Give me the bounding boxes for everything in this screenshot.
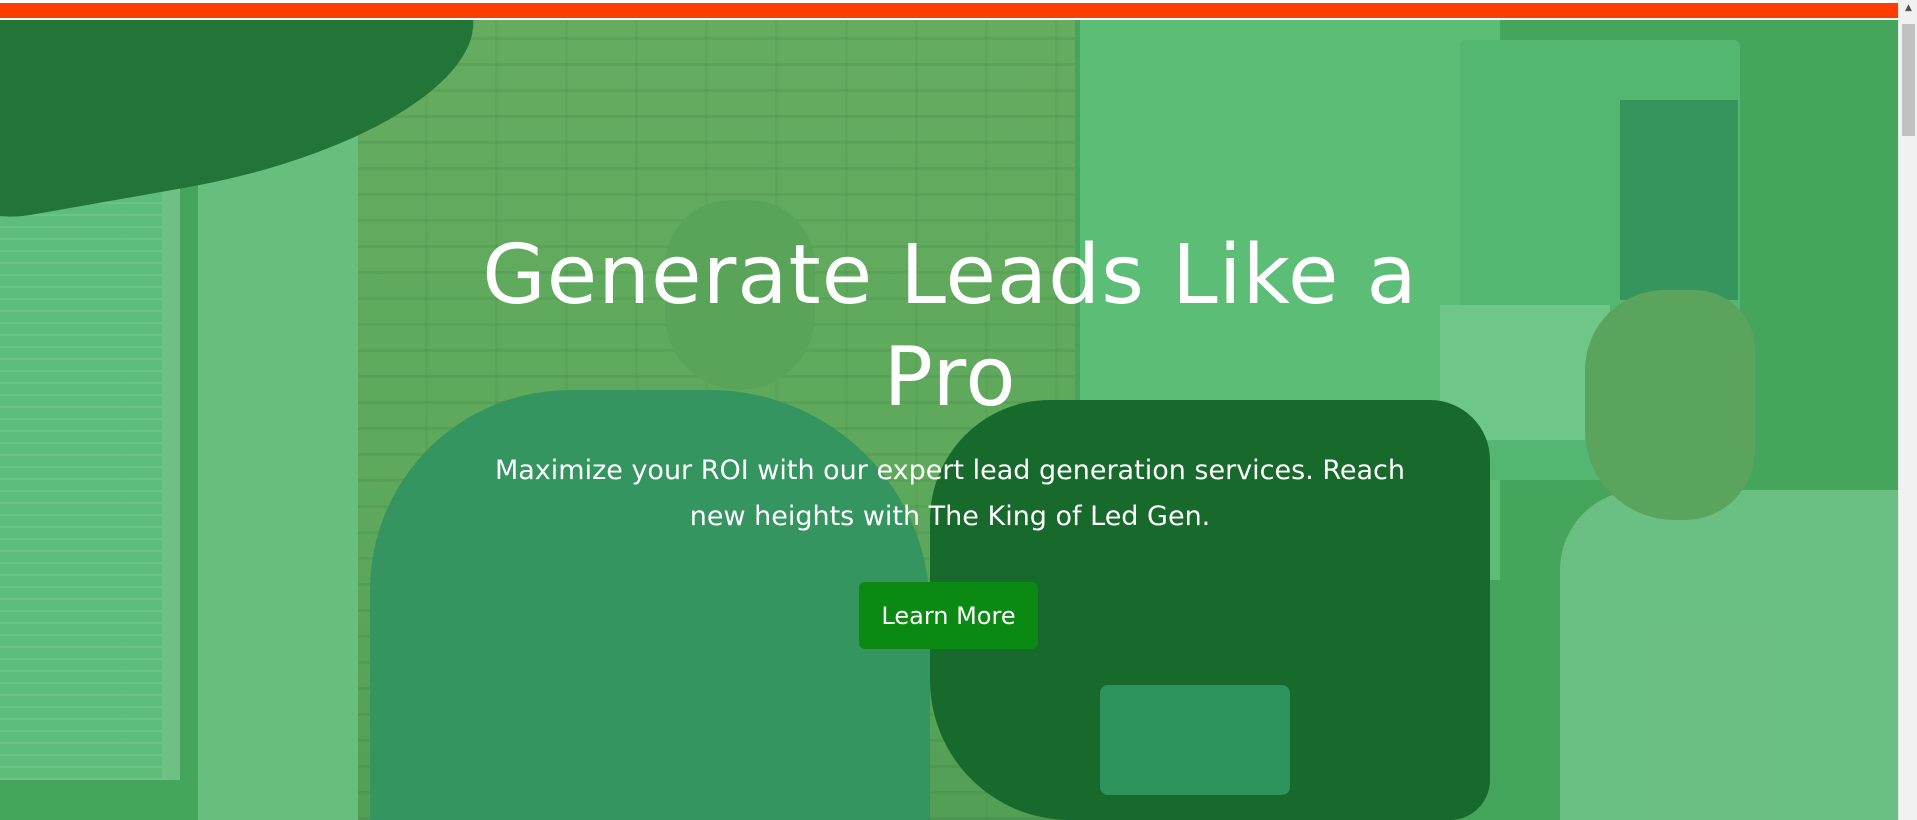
top-bar	[0, 0, 1898, 20]
top-accent-strip	[0, 3, 1898, 18]
scroll-up-arrow-icon[interactable]: ▲	[1899, 0, 1917, 17]
scrollbar-thumb[interactable]	[1902, 24, 1915, 136]
hero-title: Generate Leads Like a Pro	[482, 228, 1418, 425]
learn-more-button[interactable]: Learn More	[859, 582, 1038, 649]
hero-section: Generate Leads Like a Pro Maximize your …	[0, 20, 1898, 820]
hero-content: Generate Leads Like a Pro Maximize your …	[0, 20, 1898, 820]
hero-subtitle: Maximize your ROI with our expert lead g…	[494, 455, 1406, 532]
vertical-scrollbar[interactable]: ▲	[1898, 0, 1917, 820]
